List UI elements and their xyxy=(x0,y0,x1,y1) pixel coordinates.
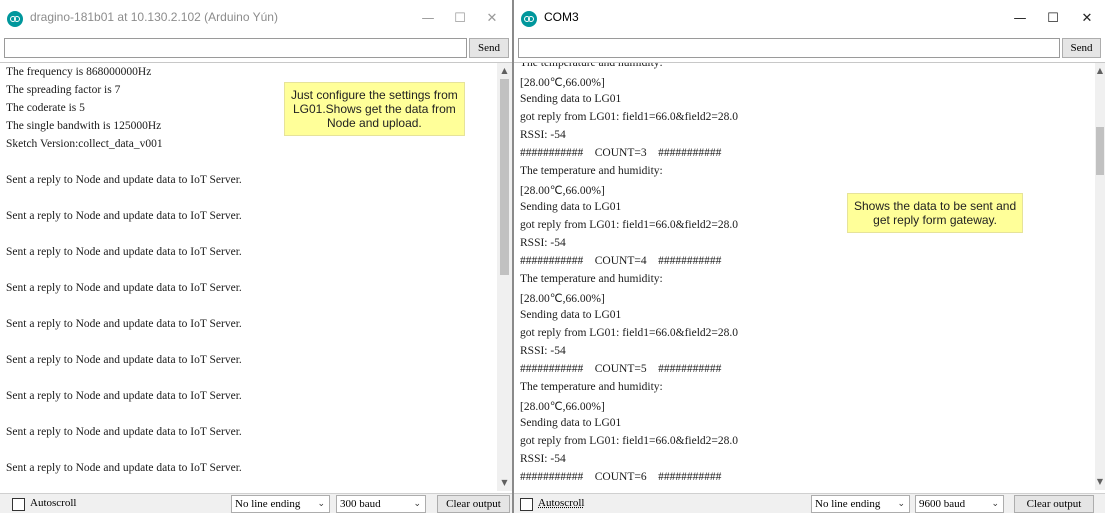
vertical-scrollbar[interactable]: ▲ ▼ xyxy=(497,63,512,491)
window-title: dragino-181b01 at 10.130.2.102 (Arduino … xyxy=(30,10,278,24)
serial-output-line: The temperature and humidity: xyxy=(520,165,663,177)
arduino-icon xyxy=(7,11,23,27)
baud-rate-value: 300 baud xyxy=(340,498,381,510)
minimize-icon[interactable]: — xyxy=(411,6,445,32)
serial-output-line: RSSI: -54 xyxy=(520,237,566,249)
scrollbar-thumb[interactable] xyxy=(500,79,509,275)
chevron-down-icon: ⌄ xyxy=(897,499,905,509)
serial-output-line: Sent a reply to Node and update data to … xyxy=(6,210,242,222)
line-ending-select[interactable]: No line ending ⌄ xyxy=(231,495,330,513)
close-icon[interactable]: ✕ xyxy=(475,6,509,32)
serial-output-line: Sketch Version:collect_data_v001 xyxy=(6,138,163,150)
scroll-down-icon[interactable]: ▼ xyxy=(497,477,512,489)
serial-output-line: [28.00℃,66.00%] xyxy=(520,77,605,89)
serial-output-line: got reply from LG01: field1=66.0&field2=… xyxy=(520,111,739,123)
line-ending-value: No line ending xyxy=(815,498,881,510)
arduino-icon xyxy=(521,11,537,27)
serial-output-line: The frequency is 868000000Hz xyxy=(6,66,152,78)
baud-rate-value: 9600 baud xyxy=(919,498,966,510)
maximize-icon[interactable]: ☐ xyxy=(443,6,477,32)
scroll-up-icon[interactable]: ▲ xyxy=(497,65,512,77)
serial-output-line: Sending data to LG01 xyxy=(520,309,622,321)
chevron-down-icon: ⌄ xyxy=(413,499,421,509)
send-button[interactable]: Send xyxy=(469,38,509,58)
serial-output-line: Sent a reply to Node and update data to … xyxy=(6,246,242,258)
autoscroll-checkbox[interactable] xyxy=(12,498,25,511)
serial-monitor-window-right: COM3 — ☐ ✕ Send The temperature and humi… xyxy=(514,0,1105,513)
serial-output-line: The temperature and humidity: xyxy=(520,381,663,393)
clear-output-button[interactable]: Clear output xyxy=(437,495,510,513)
serial-output-line: [28.00℃,66.00%] xyxy=(520,293,605,305)
annotation-note: Just configure the settings from LG01.Sh… xyxy=(284,82,465,136)
serial-output-line: Sent a reply to Node and update data to … xyxy=(6,354,242,366)
title-bar[interactable]: dragino-181b01 at 10.130.2.102 (Arduino … xyxy=(0,0,512,36)
serial-output-line: Sent a reply to Node and update data to … xyxy=(6,426,242,438)
serial-output-line: [28.00℃,66.00%] xyxy=(520,401,605,413)
serial-output-line: RSSI: -54 xyxy=(520,453,566,465)
serial-output-line: Sending data to LG01 xyxy=(520,93,622,105)
line-ending-value: No line ending xyxy=(235,498,301,510)
chevron-down-icon: ⌄ xyxy=(991,499,999,509)
baud-rate-select[interactable]: 300 baud ⌄ xyxy=(336,495,426,513)
command-input[interactable] xyxy=(518,38,1060,58)
status-bar: Autoscroll No line ending ⌄ 300 baud ⌄ C… xyxy=(0,493,512,513)
serial-output[interactable]: The temperature and humidity: [28.00℃,66.… xyxy=(514,63,1095,490)
serial-output-line: The temperature and humidity: xyxy=(520,273,663,285)
line-ending-select[interactable]: No line ending ⌄ xyxy=(811,495,910,513)
minimize-icon[interactable]: — xyxy=(1003,6,1037,32)
maximize-icon[interactable]: ☐ xyxy=(1036,6,1070,32)
send-button[interactable]: Send xyxy=(1062,38,1101,58)
scrollbar-thumb[interactable] xyxy=(1096,127,1104,175)
serial-output-line: The spreading factor is 7 xyxy=(6,84,121,96)
clear-output-button[interactable]: Clear output xyxy=(1014,495,1094,513)
autoscroll-label: Autoscroll xyxy=(538,497,585,509)
serial-output-line: [28.00℃,66.00%] xyxy=(520,185,605,197)
serial-monitor-window-left: dragino-181b01 at 10.130.2.102 (Arduino … xyxy=(0,0,512,513)
serial-output-line: Sent a reply to Node and update data to … xyxy=(6,390,242,402)
scroll-up-icon[interactable]: ▲ xyxy=(1095,65,1105,77)
serial-output-line: ########### COUNT=6 ########### xyxy=(520,471,722,483)
serial-output-line: RSSI: -54 xyxy=(520,345,566,357)
serial-output-line: Sending data to LG01 xyxy=(520,201,622,213)
serial-output-line: Sent a reply to Node and update data to … xyxy=(6,282,242,294)
close-icon[interactable]: ✕ xyxy=(1070,6,1104,32)
vertical-scrollbar[interactable]: ▲ ▼ xyxy=(1095,63,1105,490)
serial-output-line: The coderate is 5 xyxy=(6,102,85,114)
serial-output-line: The temperature and humidity: xyxy=(520,63,663,69)
serial-output-line: The single bandwith is 125000Hz xyxy=(6,120,162,132)
serial-output-line: ########### COUNT=3 ########### xyxy=(520,147,722,159)
serial-output-line: Sent a reply to Node and update data to … xyxy=(6,174,242,186)
serial-output-line: ########### COUNT=4 ########### xyxy=(520,255,722,267)
serial-output-line: Sent a reply to Node and update data to … xyxy=(6,462,242,474)
status-bar: Autoscroll No line ending ⌄ 9600 baud ⌄ … xyxy=(514,493,1105,513)
serial-output-line: Sending data to LG01 xyxy=(520,417,622,429)
window-title: COM3 xyxy=(544,10,579,24)
autoscroll-checkbox[interactable] xyxy=(520,498,533,511)
serial-output-line: Sent a reply to Node and update data to … xyxy=(6,318,242,330)
chevron-down-icon: ⌄ xyxy=(317,499,325,509)
serial-output-line: RSSI: -54 xyxy=(520,129,566,141)
scroll-down-icon[interactable]: ▼ xyxy=(1095,476,1105,488)
serial-output-line: got reply from LG01: field1=66.0&field2=… xyxy=(520,327,739,339)
baud-rate-select[interactable]: 9600 baud ⌄ xyxy=(915,495,1004,513)
serial-output-line: got reply from LG01: field1=66.0&field2=… xyxy=(520,435,739,447)
annotation-note: Shows the data to be sent and get reply … xyxy=(847,193,1024,233)
serial-output-line: ########### COUNT=5 ########### xyxy=(520,363,722,375)
serial-output-line: got reply from LG01: field1=66.0&field2=… xyxy=(520,219,739,231)
title-bar[interactable]: COM3 — ☐ ✕ xyxy=(514,0,1105,36)
command-input[interactable] xyxy=(4,38,467,58)
autoscroll-label: Autoscroll xyxy=(30,497,77,509)
